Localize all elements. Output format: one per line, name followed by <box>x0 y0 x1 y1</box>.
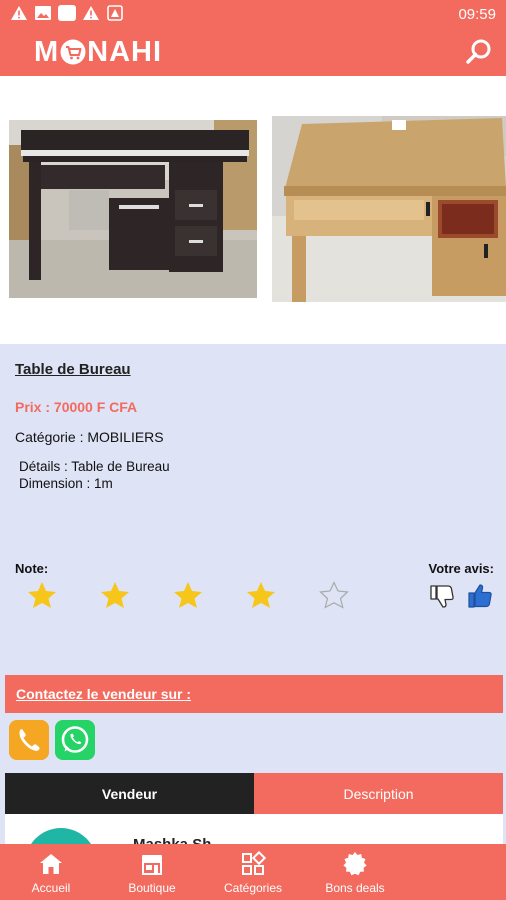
rating-stars[interactable] <box>27 581 357 611</box>
app-icon <box>58 5 76 21</box>
logo-text-right: NAHI <box>87 35 163 68</box>
monahi-logo[interactable]: M NAHI <box>34 36 162 68</box>
bottom-navigation: Accueil Boutique Catégories Bons deals <box>0 844 506 900</box>
thumbs-up-icon[interactable] <box>466 582 494 610</box>
dimension-line: Dimension : 1m <box>19 476 113 491</box>
nav-label-boutique: Boutique <box>128 881 176 895</box>
notification-icon <box>107 5 123 21</box>
avis-label: Votre avis: <box>428 561 494 576</box>
tab-description[interactable]: Description <box>254 773 503 814</box>
nav-label-bons-deals: Bons deals <box>325 881 385 895</box>
gallery-icon <box>35 6 51 20</box>
home-icon <box>40 854 62 874</box>
deals-icon <box>343 852 367 876</box>
status-time: 09:59 <box>458 6 496 23</box>
categories-icon <box>242 851 266 875</box>
wood-desk-photo[interactable] <box>272 116 506 302</box>
status-icons <box>10 5 124 21</box>
star-filled-icon[interactable] <box>246 581 276 609</box>
star-filled-icon[interactable] <box>173 581 203 609</box>
seller-description-tabs: Vendeur Description <box>5 773 503 814</box>
contact-seller-label: Contactez le vendeur sur : <box>16 686 192 702</box>
product-details: Détails : Table de Bureau Dimension : 1m <box>19 458 170 492</box>
details-line: Détails : Table de Bureau <box>19 459 170 474</box>
status-bar: 09:59 <box>0 0 506 28</box>
whatsapp-button[interactable] <box>55 720 95 760</box>
note-label: Note: <box>15 561 49 576</box>
logo-text-left: M <box>34 35 60 68</box>
seller-panel: Mashka Sh <box>5 814 503 844</box>
product-category: Catégorie : MOBILIERS <box>15 429 164 445</box>
phone-call-button[interactable] <box>9 720 49 760</box>
warning-icon <box>83 6 99 20</box>
dark-desk-photo[interactable] <box>9 120 257 298</box>
shop-icon <box>142 855 162 875</box>
warning-icon <box>11 6 27 20</box>
app-header: M NAHI <box>0 28 506 76</box>
cart-logo-icon <box>60 39 86 65</box>
contact-seller-bar: Contactez le vendeur sur : <box>5 675 503 713</box>
nav-item-accueil[interactable]: Accueil <box>22 844 80 900</box>
nav-item-bons-deals[interactable]: Bons deals <box>320 844 390 900</box>
nav-item-boutique[interactable]: Boutique <box>120 844 184 900</box>
nav-label-categories: Catégories <box>223 881 283 895</box>
product-title: Table de Bureau <box>15 361 131 378</box>
product-price: Prix : 70000 F CFA <box>15 399 138 415</box>
star-filled-icon[interactable] <box>27 581 57 609</box>
nav-label-accueil: Accueil <box>31 881 71 895</box>
product-info-panel: Table de Bureau Prix : 70000 F CFA Catég… <box>0 344 506 844</box>
seller-name: Mashka Sh <box>133 836 211 844</box>
nav-item-categories[interactable]: Catégories <box>218 844 288 900</box>
seller-avatar[interactable] <box>25 828 97 844</box>
thumbs-down-icon[interactable] <box>428 582 456 610</box>
star-filled-icon[interactable] <box>100 581 130 609</box>
tab-vendeur[interactable]: Vendeur <box>5 773 254 814</box>
product-gallery[interactable] <box>0 76 506 344</box>
star-empty-icon[interactable] <box>319 581 349 609</box>
search-icon[interactable] <box>464 37 494 67</box>
